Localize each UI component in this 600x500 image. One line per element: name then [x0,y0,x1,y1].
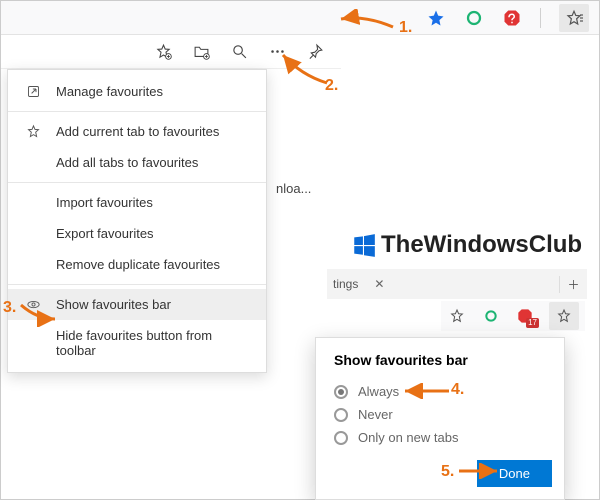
background-window-toolbar: 17 [441,301,585,331]
toolbar-separator [540,8,541,28]
show-favourites-bar-popup: Show favourites bar Always Never Only on… [315,337,565,500]
menu-item-add-current-tab[interactable]: Add current tab to favourites [8,116,266,147]
menu-item-import-favourites[interactable]: Import favourites [8,187,266,218]
star-add-icon [24,124,42,139]
refresh-icon[interactable] [481,306,501,326]
option-always[interactable]: Always [334,380,546,403]
more-icon[interactable] [267,42,287,62]
menu-item-show-favourites-bar[interactable]: Show favourites bar [8,289,266,320]
windows-logo-icon [351,232,377,258]
menu-item-hide-favourites-button[interactable]: Hide favourites button from toolbar [8,320,266,366]
menu-item-label: Add all tabs to favourites [56,155,198,170]
annotation-2: 2. [325,77,338,95]
option-only-new-tabs[interactable]: Only on new tabs [334,426,546,449]
favourites-more-menu: Manage favourites Add current tab to fav… [7,69,267,373]
new-tab-button[interactable]: ＋ [559,276,587,293]
radio-icon [334,431,348,445]
menu-divider [8,182,266,183]
favourites-panel-toolbar [1,35,341,69]
add-folder-icon[interactable] [191,42,211,62]
option-never[interactable]: Never [334,403,546,426]
watermark: TheWindowsClub [351,231,582,259]
star-filled-icon[interactable] [426,8,446,28]
menu-item-label: Import favourites [56,195,153,210]
close-tab-icon[interactable]: ✕ [366,277,392,291]
menu-item-label: Remove duplicate favourites [56,257,220,272]
browser-top-toolbar [1,1,599,35]
menu-item-export-favourites[interactable]: Export favourites [8,218,266,249]
option-label: Always [358,384,399,399]
menu-divider [8,284,266,285]
menu-item-remove-duplicates[interactable]: Remove duplicate favourites [8,249,266,280]
menu-divider [8,111,266,112]
cropped-text: nloa... [276,181,311,196]
background-tab-strip: tings ✕ ＋ [327,269,587,299]
menu-item-add-all-tabs[interactable]: Add all tabs to favourites [8,147,266,178]
add-favourite-icon[interactable] [153,42,173,62]
favourites-hub-button[interactable] [549,302,579,330]
popup-title: Show favourites bar [334,352,546,368]
background-tab-label[interactable]: tings [327,277,366,291]
adblock-icon[interactable] [502,8,522,28]
search-icon[interactable] [229,42,249,62]
option-label: Never [358,407,393,422]
eye-icon [24,297,42,312]
radio-icon [334,385,348,399]
menu-item-label: Show favourites bar [56,297,171,312]
menu-item-manage-favourites[interactable]: Manage favourites [8,76,266,107]
menu-item-label: Add current tab to favourites [56,124,219,139]
done-button[interactable]: Done [477,460,552,487]
blocked-count-badge: 17 [526,318,539,328]
pin-icon[interactable] [305,42,325,62]
favourites-hub-button[interactable] [559,4,589,32]
refresh-icon[interactable] [464,8,484,28]
radio-icon [334,408,348,422]
menu-item-label: Export favourites [56,226,154,241]
option-label: Only on new tabs [358,430,458,445]
menu-item-label: Hide favourites button from toolbar [56,328,250,358]
open-icon [24,84,42,99]
menu-item-label: Manage favourites [56,84,163,99]
star-outline-icon[interactable] [447,306,467,326]
adblock-icon[interactable]: 17 [515,306,535,326]
watermark-text: TheWindowsClub [381,231,582,259]
